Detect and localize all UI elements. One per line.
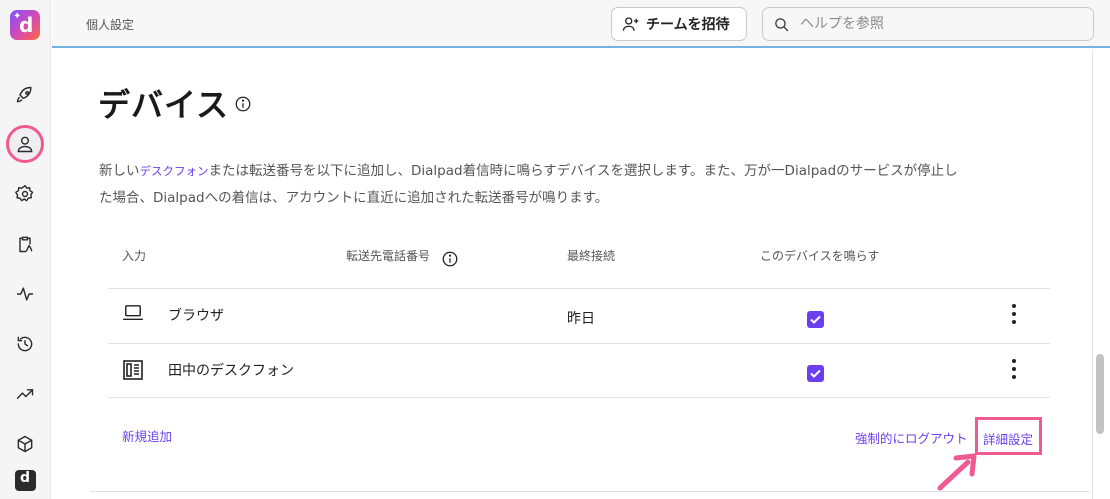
rocket-icon[interactable] — [12, 82, 38, 108]
history-icon[interactable] — [12, 331, 38, 357]
more-options-button[interactable] — [1006, 359, 1022, 379]
device-name: ブラウザ — [168, 308, 224, 324]
divider — [108, 397, 1050, 398]
left-rail: ✦ d d — [0, 0, 51, 499]
ring-device-checkbox[interactable] — [807, 365, 824, 382]
person-icon — [17, 136, 33, 153]
info-icon[interactable] — [234, 95, 252, 113]
ring-device-checkbox[interactable] — [807, 311, 824, 328]
column-header-forward-number: 転送先電話番号 — [346, 249, 431, 263]
description-text: または転送番号を以下に追加し、Dialpad着信時に鳴らすデバイスを選択します。… — [208, 163, 958, 179]
help-search[interactable] — [762, 7, 1094, 41]
column-header-input: 入力 — [122, 249, 147, 263]
description-text: 新しい — [99, 163, 140, 179]
invite-team-button[interactable]: チームを招待 — [611, 7, 747, 41]
advanced-settings-link[interactable]: 詳細設定 — [983, 429, 1033, 448]
divider — [90, 491, 1090, 492]
deskphone-icon — [122, 359, 144, 385]
column-header-ring-device: このデバイスを鳴らす — [760, 249, 880, 263]
info-icon[interactable] — [441, 250, 459, 268]
column-header-last-connected: 最終接続 — [567, 249, 616, 263]
scrollbar-thumb[interactable] — [1096, 354, 1104, 434]
profile-nav-button[interactable] — [6, 125, 44, 163]
trending-up-icon[interactable] — [12, 381, 38, 407]
gear-icon[interactable] — [12, 181, 38, 207]
pointer-arrow-icon — [937, 453, 977, 491]
last-connected: 昨日 — [567, 311, 595, 327]
invite-team-label: チームを招待 — [646, 17, 730, 33]
divider — [108, 288, 1050, 289]
search-icon — [775, 17, 789, 31]
page-description: 新しいデスクフォンまたは転送番号を以下に追加し、Dialpad着信時に鳴らすデバ… — [99, 158, 1059, 212]
add-person-icon — [622, 17, 639, 31]
laptop-icon — [122, 304, 144, 326]
device-name: 田中のデスクフォン — [168, 363, 294, 379]
cube-icon[interactable] — [12, 431, 38, 457]
dialpad-app-icon[interactable]: d — [15, 470, 36, 491]
deskphone-link[interactable]: デスクフォン — [140, 164, 209, 178]
breadcrumb: 個人設定 — [86, 18, 135, 32]
search-input[interactable] — [800, 16, 1080, 32]
add-new-link[interactable]: 新規追加 — [122, 426, 172, 445]
clipboard-icon[interactable] — [12, 231, 38, 257]
divider — [108, 343, 1050, 344]
force-logout-link[interactable]: 強制的にログアウト — [855, 428, 968, 447]
description-text: た場合、Dialpadへの着信は、アカウントに直近に追加された転送番号が鳴ります… — [99, 190, 609, 206]
top-bar: 個人設定 チームを招待 — [52, 0, 1110, 48]
activity-icon[interactable] — [12, 281, 38, 307]
more-options-button[interactable] — [1006, 304, 1022, 324]
page-title: デバイス — [98, 86, 230, 124]
dialpad-logo-icon[interactable]: ✦ d — [10, 10, 40, 40]
